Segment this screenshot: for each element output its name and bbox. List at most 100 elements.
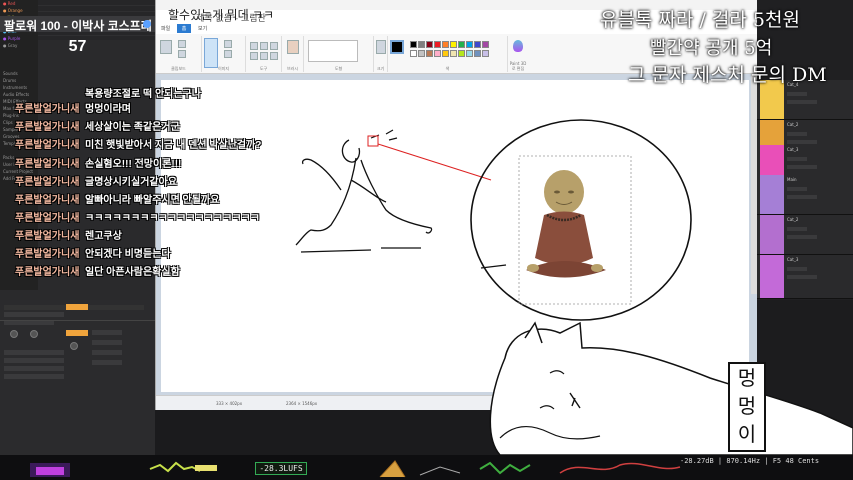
shapes-group: 도형 — [304, 36, 374, 72]
chat-text: ㅋㅋㅋㅋㅋㅋㅋㅋㅋㅋㅋㅋㅋㅋㅋㅋㅋㅋㅋ — [85, 213, 260, 224]
swatch[interactable] — [426, 41, 433, 48]
color-picker-icon[interactable] — [260, 52, 268, 60]
tools-label: 도구 — [259, 66, 268, 71]
follower-goal-bar: 팔로워 100 - 이박사 코스프레 — [0, 16, 155, 33]
knob-icon[interactable] — [30, 330, 38, 338]
follower-goal-text: 팔로워 100 - 이박사 코스프레 — [4, 19, 152, 33]
donation-info-line2: 빨간약 공개 5억 — [650, 38, 773, 59]
swatch[interactable] — [450, 41, 457, 48]
chat-text: 알빠아니라 빠알주시면 안될까요 — [85, 195, 220, 206]
chat-username: 푸른발얼가니새 — [15, 213, 80, 224]
chat-text: 안되겠다 비명듣는다 — [85, 249, 171, 260]
cat-name-tag: 멍 멍 이 — [728, 362, 766, 452]
tab-home[interactable]: 홈 — [176, 24, 192, 33]
swatch[interactable] — [410, 41, 417, 48]
chat-text: 일단 아픈사람은확실함 — [85, 267, 180, 278]
pitch-readout: -28.27dB | 870.14Hz | F5 48 Cents — [680, 457, 820, 465]
copy-icon[interactable] — [178, 50, 186, 58]
track-row[interactable]: Main — [757, 175, 853, 215]
pencil-icon[interactable] — [250, 42, 258, 50]
chat-username: 푸른발얼가니새 — [15, 231, 80, 242]
donation-info-line3: 그 문자 제스처 문의 DM — [628, 64, 827, 86]
cursor-position: 333 × 402px — [216, 401, 243, 406]
cat-name-char: 이 — [737, 422, 757, 446]
tools-group: 도구 — [246, 36, 282, 72]
swatch[interactable] — [482, 50, 489, 57]
cat-name-char: 멍 — [737, 366, 757, 390]
chat-username: 푸른발얼가니새 — [15, 159, 80, 170]
chat-text: 손실혐오!!! 전망이론!!! — [85, 159, 182, 170]
chat-username: 푸른발얼가니새 — [15, 267, 80, 278]
donation-info-line1: 유블톡 짜라 / 걸라 5천원 — [600, 9, 800, 31]
clipboard-label: 클립보드 — [171, 66, 186, 71]
canvas-size: 2364 × 1546px — [286, 401, 318, 406]
swatch[interactable] — [482, 41, 489, 48]
swatch[interactable] — [442, 50, 449, 57]
swatch[interactable] — [474, 50, 481, 57]
chat-text: 미친 햇빛받아서 지금 내 덴션 박살난걸까? — [85, 140, 262, 151]
clipboard-group: 클립보드 — [156, 36, 202, 72]
image-label: 이미지 — [217, 66, 230, 71]
swatch[interactable] — [466, 50, 473, 57]
follower-count: 57 — [68, 38, 87, 55]
color1-swatch[interactable] — [390, 40, 404, 54]
crop-icon[interactable] — [224, 40, 232, 48]
chat-username: 푸른발얼가니새 — [15, 195, 80, 206]
resize-icon[interactable] — [224, 50, 232, 58]
swatch[interactable] — [434, 50, 441, 57]
swatch[interactable] — [434, 41, 441, 48]
swatch[interactable] — [450, 50, 457, 57]
swatch[interactable] — [442, 41, 449, 48]
knob-icon[interactable] — [10, 330, 18, 338]
chat-text: 글명상시키실거같아요 — [85, 177, 177, 188]
swatch[interactable] — [458, 41, 465, 48]
lufs-readout: -28.3LUFS — [255, 462, 307, 475]
chat-username: 푸른발얼가니새 — [15, 177, 80, 188]
paint3d-group: Paint 3D로 편집 — [508, 36, 528, 72]
chat-text: 세상살이는 족같은거군 — [85, 122, 180, 133]
track-row[interactable]: Cat_3 — [757, 255, 853, 299]
device-panel — [0, 300, 155, 455]
knob-icon[interactable] — [70, 342, 78, 350]
brushes-label: 브러시 — [286, 66, 299, 71]
size-icon[interactable] — [376, 40, 386, 54]
image-group: 이미지 — [202, 36, 246, 72]
paint3d-label: Paint 3D로 편집 — [509, 61, 527, 71]
tab-view[interactable]: 보기 — [193, 24, 212, 33]
chat-text: 복용량조절로 떡 안되는구나 — [85, 89, 201, 100]
chat-username: 푸른발얼가니새 — [15, 249, 80, 260]
magnifier-icon[interactable] — [270, 52, 278, 60]
brush-icon[interactable] — [287, 40, 299, 54]
paint3d-icon[interactable] — [513, 40, 523, 52]
swatch[interactable] — [426, 50, 433, 57]
paste-icon[interactable] — [160, 40, 172, 54]
shapes-gallery[interactable] — [308, 40, 358, 62]
eraser-icon[interactable] — [250, 52, 258, 60]
tab-file[interactable]: 파일 — [156, 24, 175, 33]
cat-name-char: 멍 — [737, 394, 757, 418]
follower-icon — [143, 20, 151, 28]
track-row[interactable]: Cat_2 — [757, 215, 853, 255]
swatch[interactable] — [466, 41, 473, 48]
select-button[interactable] — [204, 38, 218, 68]
chat-username: 푸른발얼가니새 — [15, 122, 80, 133]
swatch[interactable] — [418, 50, 425, 57]
fill-icon[interactable] — [260, 42, 268, 50]
colors-label: 색 — [445, 66, 450, 71]
swatch[interactable] — [458, 50, 465, 57]
shapes-label: 도형 — [334, 66, 343, 71]
colors-group: 색 — [388, 36, 508, 72]
swatch[interactable] — [410, 50, 417, 57]
swatch[interactable] — [474, 41, 481, 48]
chat-username: 푸른발얼가니새 — [15, 104, 80, 115]
audio-meter-bar: -28.3LUFS -28.27dB | 870.14Hz | F5 48 Ce… — [0, 455, 853, 480]
cat-sticker — [489, 321, 853, 455]
chat-username: 푸른발얼가니새 — [15, 140, 80, 151]
size-label: 크기 — [376, 66, 385, 71]
cut-icon[interactable] — [178, 40, 186, 48]
size-group: 크기 — [374, 36, 388, 72]
text-icon[interactable] — [270, 42, 278, 50]
brushes-group: 브러시 — [282, 36, 304, 72]
swatch[interactable] — [418, 41, 425, 48]
chat-text: 렌고쿠상 — [85, 231, 122, 242]
